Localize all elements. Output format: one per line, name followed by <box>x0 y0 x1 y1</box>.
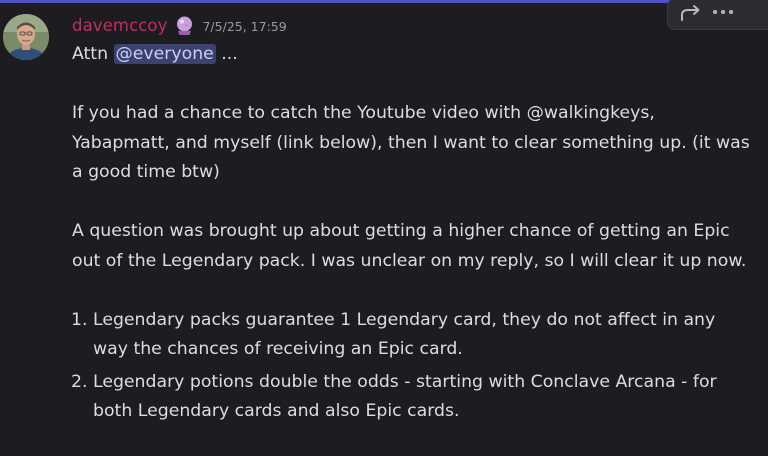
message-paragraph-3: A question was brought up about getting … <box>72 221 747 271</box>
message-hover-toolbar <box>667 0 768 30</box>
list-item-text: Legendary potions double the odds - star… <box>93 371 717 422</box>
message-content: Attn @everyone ... If you had a chance t… <box>71 40 752 430</box>
avatar[interactable] <box>3 14 49 60</box>
more-options-icon[interactable] <box>708 1 738 25</box>
timestamp: 7/5/25, 17:59 <box>202 18 287 34</box>
list-item: 1. Legendary packs guarantee 1 Legendary… <box>71 306 752 365</box>
list-item-text: Legendary packs guarantee 1 Legendary ca… <box>93 309 716 360</box>
message-line-1: Attn @everyone ... <box>72 40 752 70</box>
list-item: 2. Legendary potions double the odds - s… <box>71 368 752 427</box>
attn-text: Attn <box>72 44 114 64</box>
everyone-mention[interactable]: @everyone <box>113 44 216 64</box>
list-number: 1. <box>71 309 88 330</box>
chat-message: davemccoy 7/5/25, 17:59 Attn @everyone .… <box>0 0 768 456</box>
numbered-list: 1. Legendary packs guarantee 1 Legendary… <box>71 306 752 427</box>
username[interactable]: davemccoy <box>72 16 167 35</box>
message-header: davemccoy 7/5/25, 17:59 <box>72 12 287 38</box>
message-paragraph-2: If you had a chance to catch the Youtube… <box>72 103 750 182</box>
forward-icon[interactable] <box>676 1 706 25</box>
list-number: 2. <box>71 371 88 392</box>
ellipsis-text: ... <box>215 44 238 64</box>
crystal-ball-icon[interactable] <box>174 15 195 36</box>
